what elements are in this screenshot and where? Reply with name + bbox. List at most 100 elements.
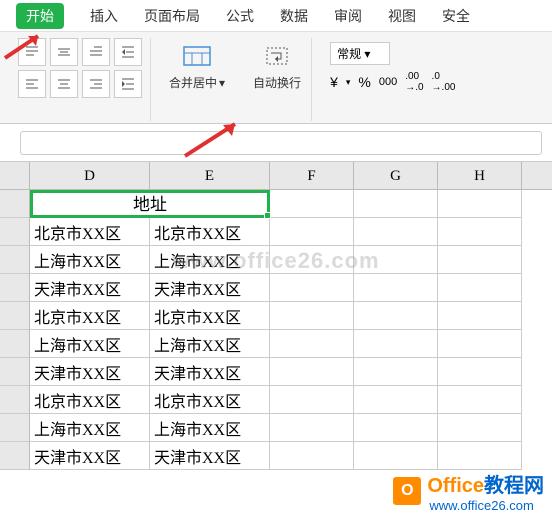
cell[interactable]: 上海市XX区	[30, 330, 150, 358]
cell[interactable]: 天津市XX区	[30, 274, 150, 302]
cell[interactable]	[438, 386, 522, 414]
table-row: 北京市XX区北京市XX区	[0, 302, 552, 330]
align-right-btn[interactable]	[82, 70, 110, 98]
cell[interactable]	[270, 218, 354, 246]
cell[interactable]: 北京市XX区	[30, 302, 150, 330]
col-header-e[interactable]: E	[150, 162, 270, 189]
merged-header-cell[interactable]: 地址	[30, 190, 270, 218]
thousand-btn[interactable]: 000	[379, 76, 397, 88]
row-header[interactable]	[0, 246, 30, 274]
align-middle-btn[interactable]	[50, 38, 78, 66]
cell[interactable]	[354, 330, 438, 358]
currency-btn[interactable]: ¥	[330, 74, 338, 90]
indent-dec-btn[interactable]	[114, 38, 142, 66]
cell[interactable]: 上海市XX区	[150, 330, 270, 358]
cell[interactable]	[354, 218, 438, 246]
align-center-btn[interactable]	[50, 70, 78, 98]
row-header[interactable]	[0, 302, 30, 330]
col-header-h[interactable]: H	[438, 162, 522, 189]
sheet: D E F G H 地址 北京市XX区北京市XX区上海市XX区上海市XX区天津市…	[0, 162, 552, 470]
col-header-d[interactable]: D	[30, 162, 150, 189]
tab-security[interactable]: 安全	[442, 6, 470, 26]
table-row: 上海市XX区上海市XX区	[0, 414, 552, 442]
cell[interactable]	[354, 246, 438, 274]
cell[interactable]: 天津市XX区	[150, 274, 270, 302]
cell[interactable]: 天津市XX区	[30, 358, 150, 386]
cell[interactable]: 天津市XX区	[150, 358, 270, 386]
cell[interactable]	[354, 302, 438, 330]
cell[interactable]: 北京市XX区	[150, 218, 270, 246]
cell[interactable]	[438, 274, 522, 302]
cell[interactable]	[270, 246, 354, 274]
format-select[interactable]: 常规 ▾	[330, 42, 390, 65]
tab-formula[interactable]: 公式	[226, 6, 254, 26]
tab-data[interactable]: 数据	[280, 6, 308, 26]
data-rows: 北京市XX区北京市XX区上海市XX区上海市XX区天津市XX区天津市XX区北京市X…	[0, 218, 552, 470]
cell[interactable]	[438, 414, 522, 442]
row-header[interactable]	[0, 386, 30, 414]
table-row: 天津市XX区天津市XX区	[0, 442, 552, 470]
cell[interactable]	[270, 302, 354, 330]
cell[interactable]	[438, 358, 522, 386]
align-top-btn[interactable]	[18, 38, 46, 66]
cell[interactable]	[270, 442, 354, 470]
chevron-down-icon: ▾	[219, 76, 225, 90]
row-header[interactable]	[0, 218, 30, 246]
cell[interactable]	[354, 386, 438, 414]
selection-handle[interactable]	[264, 212, 271, 219]
cell[interactable]	[354, 414, 438, 442]
percent-btn[interactable]: %	[358, 74, 370, 90]
cell[interactable]	[354, 442, 438, 470]
row-header[interactable]	[0, 442, 30, 470]
cell[interactable]	[438, 246, 522, 274]
tab-start[interactable]: 开始	[16, 3, 64, 29]
tab-review[interactable]: 审阅	[334, 6, 362, 26]
cell[interactable]: 北京市XX区	[30, 218, 150, 246]
table-row: 天津市XX区天津市XX区	[0, 274, 552, 302]
wrap-group[interactable]: 自动换行	[243, 38, 312, 121]
cell[interactable]	[438, 330, 522, 358]
cell[interactable]: 上海市XX区	[30, 246, 150, 274]
align-bottom-btn[interactable]	[82, 38, 110, 66]
cell[interactable]: 北京市XX区	[30, 386, 150, 414]
dec-dec-btn[interactable]: .0→.00	[432, 71, 456, 93]
table-row: 北京市XX区北京市XX区	[0, 218, 552, 246]
corner-cell[interactable]	[0, 162, 30, 189]
tab-layout[interactable]: 页面布局	[144, 6, 200, 26]
cell[interactable]	[270, 414, 354, 442]
col-header-g[interactable]: G	[354, 162, 438, 189]
merge-group[interactable]: 合并居中▾	[159, 38, 235, 121]
cell[interactable]: 天津市XX区	[30, 442, 150, 470]
formula-bar[interactable]	[20, 131, 542, 155]
tab-insert[interactable]: 插入	[90, 6, 118, 26]
tab-view[interactable]: 视图	[388, 6, 416, 26]
row-header[interactable]	[0, 358, 30, 386]
row-header[interactable]	[0, 274, 30, 302]
cell[interactable]: 天津市XX区	[150, 442, 270, 470]
cell[interactable]: 上海市XX区	[30, 414, 150, 442]
cell[interactable]	[270, 358, 354, 386]
merge-icon	[181, 42, 213, 70]
align-group	[10, 38, 151, 121]
cell[interactable]	[270, 274, 354, 302]
cell[interactable]	[438, 218, 522, 246]
cell[interactable]: 北京市XX区	[150, 302, 270, 330]
cell[interactable]	[438, 302, 522, 330]
col-header-f[interactable]: F	[270, 162, 354, 189]
cell[interactable]	[270, 386, 354, 414]
cell[interactable]: 上海市XX区	[150, 246, 270, 274]
indent-inc-btn[interactable]	[114, 70, 142, 98]
wrap-label: 自动换行	[253, 74, 301, 91]
row-header[interactable]	[0, 414, 30, 442]
cell[interactable]	[354, 274, 438, 302]
row-header[interactable]	[0, 330, 30, 358]
align-left-btn[interactable]	[18, 70, 46, 98]
dec-inc-btn[interactable]: .00→.0	[405, 71, 423, 93]
table-row: 天津市XX区天津市XX区	[0, 358, 552, 386]
row-header[interactable]	[0, 190, 30, 218]
cell[interactable]	[354, 358, 438, 386]
cell[interactable]: 北京市XX区	[150, 386, 270, 414]
cell[interactable]	[270, 330, 354, 358]
cell[interactable]	[438, 442, 522, 470]
cell[interactable]: 上海市XX区	[150, 414, 270, 442]
